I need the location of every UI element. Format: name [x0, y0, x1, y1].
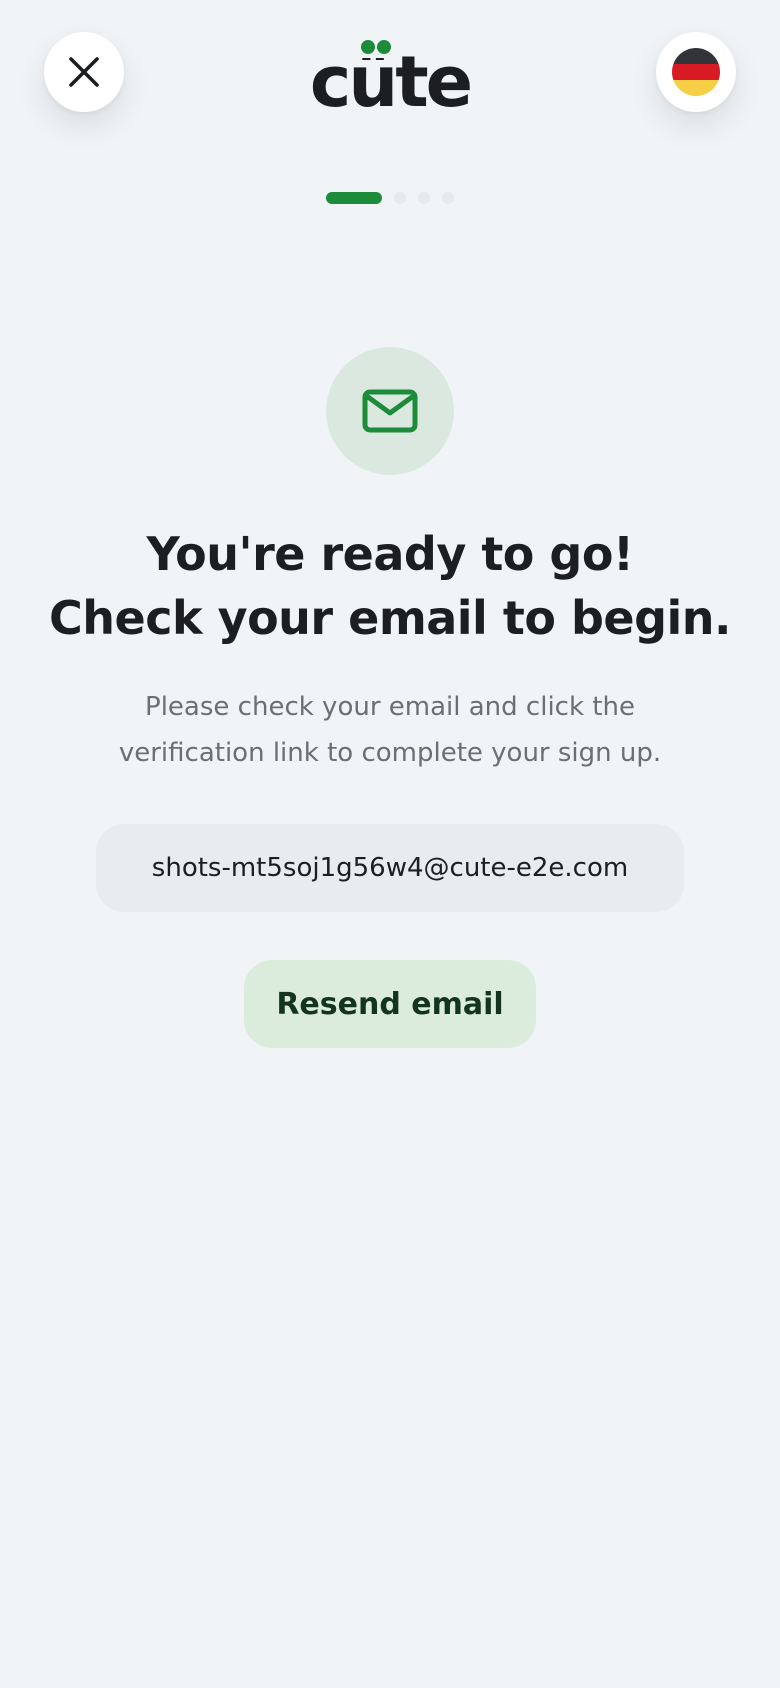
brand-logo-text: cüte — [310, 41, 471, 110]
logo-dot-left — [361, 40, 375, 54]
mail-icon-circle — [326, 347, 454, 475]
progress-step — [418, 192, 430, 204]
resend-email-button[interactable]: Resend email — [244, 960, 536, 1048]
germany-flag-icon — [672, 48, 720, 96]
instructions-text: Please check your email and click the ve… — [90, 684, 690, 776]
mail-icon — [362, 389, 418, 433]
logo-dot-right — [377, 40, 391, 54]
email-display: shots-mt5soj1g56w4@cute-e2e.com — [96, 824, 684, 912]
top-bar: cüte — [0, 0, 780, 160]
page-title: You're ready to go! Check your email to … — [0, 522, 780, 650]
progress-step-active — [326, 192, 382, 204]
progress-step — [442, 192, 454, 204]
instructions-line-1: Please check your email and click the — [145, 692, 635, 722]
instructions-line-2: verification link to complete your sign … — [118, 738, 662, 768]
page-title-line-2: Check your email to begin. — [49, 591, 732, 645]
language-button[interactable] — [656, 32, 736, 112]
step-progress — [0, 191, 780, 205]
progress-step — [394, 192, 406, 204]
page-title-line-1: You're ready to go! — [146, 527, 634, 581]
